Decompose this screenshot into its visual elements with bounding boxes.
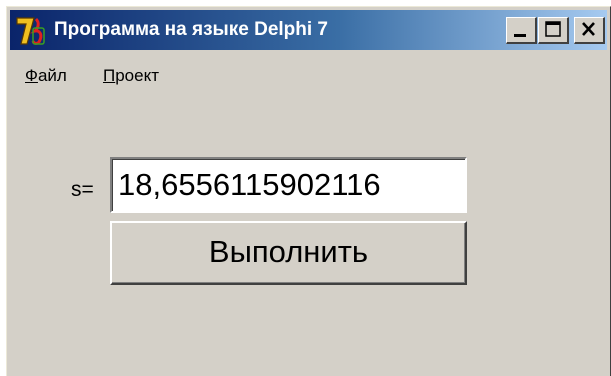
minimize-button[interactable] (506, 17, 537, 44)
s-label: s= (71, 178, 94, 201)
menu-file-label: айл (37, 66, 67, 85)
close-button[interactable] (574, 17, 605, 44)
maximize-icon (545, 21, 561, 37)
delphi-7-icon[interactable] (14, 15, 48, 47)
menu-project-label: роект (115, 66, 159, 85)
maximize-button[interactable] (538, 17, 569, 44)
minimize-icon (514, 34, 526, 37)
window-title: Программа на языке Delphi 7 (54, 19, 328, 40)
menu-project[interactable]: Проект (103, 65, 159, 87)
menu-project-mnemonic: П (103, 66, 116, 85)
s-value-field[interactable] (110, 157, 467, 213)
menu-file-mnemonic: Ф (25, 66, 38, 85)
main-window: Программа на языке Delphi 7 Файл Проект … (6, 6, 611, 376)
close-icon (582, 22, 595, 36)
title-bar[interactable]: Программа на языке Delphi 7 (10, 10, 607, 50)
run-button[interactable]: Выполнить (110, 221, 467, 285)
menu-file[interactable]: Файл (25, 65, 67, 87)
menu-bar: Файл Проект (10, 53, 607, 87)
